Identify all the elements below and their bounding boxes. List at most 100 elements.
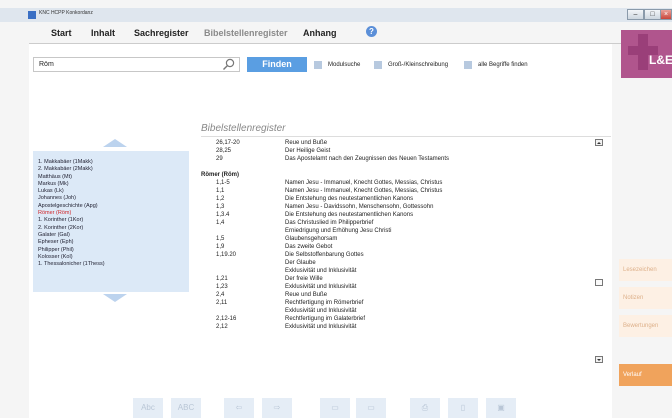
book-list-item[interactable]: Apostelgeschichte (Apg) (38, 203, 105, 210)
topic-link[interactable]: Erniedrigung und Erhöhung Jesu Christi (285, 227, 391, 235)
topic-link[interactable]: Reue und Buße (285, 139, 327, 147)
forward-arrow-icon[interactable]: ⇨ (262, 398, 292, 418)
register-row: 1,23 Exklusivität und Inklusivität (201, 283, 596, 291)
logo-text: L&E (649, 53, 672, 67)
book-list-item[interactable]: Kolosser (Kol) (38, 254, 105, 261)
book-list-item[interactable]: 1. Makkabäer (1Makk) (38, 159, 105, 166)
history-button[interactable]: Verlauf (619, 364, 672, 386)
topic-link[interactable]: Reue und Buße (285, 291, 327, 299)
verse-reference[interactable]: 29 (216, 155, 223, 163)
maximize-button[interactable]: □ (644, 9, 661, 20)
menu-bibelstellenregister[interactable]: Bibelstellenregister (204, 28, 288, 38)
close-button[interactable]: × (660, 9, 672, 20)
menu-inhalt[interactable]: Inhalt (91, 28, 115, 38)
topic-link[interactable]: Namen Jesu - Immanuel, Knecht Gottes, Me… (285, 179, 442, 187)
register-row: 1,5 Glaubensgehorsam (201, 235, 596, 243)
minimize-button[interactable]: – (627, 9, 644, 20)
scrollbar[interactable] (595, 139, 605, 371)
book-list-item[interactable]: Markus (Mk) (38, 181, 105, 188)
verse-reference[interactable]: 1,1-5 (216, 179, 230, 187)
verse-reference[interactable]: 1,2 (216, 195, 224, 203)
ratings-button[interactable]: Bewertungen (619, 315, 672, 337)
search-input[interactable] (33, 57, 240, 72)
topic-link[interactable]: Die Entstehung des neutestamentlichen Ka… (285, 195, 413, 203)
verse-reference[interactable]: 28,25 (216, 147, 231, 155)
topic-link[interactable]: Der freie Wille (285, 275, 323, 283)
book-list-item[interactable]: Epheser (Eph) (38, 239, 105, 246)
topic-link[interactable]: Exklusivität und Inklusivität (285, 283, 356, 291)
menu-anhang[interactable]: Anhang (303, 28, 337, 38)
print-icon[interactable]: ⎙ (410, 398, 440, 418)
verse-reference[interactable]: 1,21 (216, 275, 228, 283)
book-list-item[interactable]: 2. Korinther (2Kor) (38, 225, 105, 232)
topic-link[interactable]: Rechtfertigung im Römerbrief (285, 299, 363, 307)
book-list-item[interactable]: Galater (Gal) (38, 232, 105, 239)
topic-link[interactable]: Exklusivität und Inklusivität (285, 307, 356, 315)
checkbox[interactable] (314, 61, 322, 69)
scroll-up-arrow-icon[interactable] (103, 139, 127, 147)
scrollbar-up-button[interactable] (595, 139, 603, 146)
topic-link[interactable]: Glaubensgehorsam (285, 235, 337, 243)
topic-link[interactable]: Der Heilige Geist (285, 147, 330, 155)
notes-button[interactable]: Notizen (619, 287, 672, 309)
find-button[interactable]: Finden (247, 57, 307, 72)
verse-reference[interactable]: 2,11 (216, 299, 227, 307)
page-icon[interactable]: ▯ (448, 398, 478, 418)
scroll-down-arrow-icon[interactable] (103, 294, 127, 302)
topic-link[interactable]: Namen Jesu - Davidssohn, Menschensohn, G… (285, 203, 433, 211)
register-row: Erniedrigung und Erhöhung Jesu Christi (201, 227, 596, 235)
checkbox[interactable] (374, 61, 382, 69)
scrollbar-thumb[interactable] (595, 279, 603, 286)
verse-reference[interactable]: 1,3.4 (216, 211, 229, 219)
verse-reference[interactable]: 1,23 (216, 283, 228, 291)
book-list-item[interactable]: Römer (Röm) (38, 210, 105, 217)
verse-reference[interactable]: 1,5 (216, 235, 224, 243)
verse-reference[interactable]: 2,4 (216, 291, 224, 299)
menu-start[interactable]: Start (51, 28, 72, 38)
register-row: 1,4 Das Christuslied im Philipperbrief (201, 219, 596, 227)
verse-reference[interactable]: 1,3 (216, 203, 224, 211)
topic-link[interactable]: Die Selbstoffenbarung Gottes (285, 251, 364, 259)
verse-reference[interactable]: 1,4 (216, 219, 224, 227)
font-larger-button[interactable]: Abc (133, 398, 163, 418)
register-row: Der Glaube (201, 259, 596, 267)
verse-reference[interactable]: 26,17-20 (216, 139, 240, 147)
fullscreen-icon[interactable]: ▣ (486, 398, 516, 418)
book-list-item[interactable]: Johannes (Joh) (38, 195, 105, 202)
register-rows: 26,17-20 Reue und Buße 28,25 Der Heilige Ge… (201, 139, 596, 331)
topic-link[interactable]: Exklusivität und Inklusivität (285, 267, 356, 275)
book-list-item[interactable]: 1. Korinther (1Kor) (38, 217, 105, 224)
scrollbar-down-button[interactable] (595, 356, 603, 363)
book-list-item[interactable]: 1. Thessalonicher (1Thess) (38, 261, 105, 268)
copy-icon[interactable]: ▭ (320, 398, 350, 418)
verse-reference[interactable]: 2,12 (216, 323, 228, 331)
checkbox[interactable] (464, 61, 472, 69)
topic-link[interactable]: Die Entstehung des neutestamentlichen Ka… (285, 211, 413, 219)
topic-link[interactable]: Das zweite Gebot (285, 243, 332, 251)
topic-link[interactable]: Das Apostelamt nach den Zeugnissen des N… (285, 155, 449, 163)
book-list-item[interactable]: 2. Makkabäer (2Makk) (38, 166, 105, 173)
help-icon[interactable]: ? (366, 26, 377, 37)
search-icon[interactable] (222, 58, 236, 71)
bookmarks-button[interactable]: Lesezeichen (619, 259, 672, 281)
verse-reference[interactable]: 1,9 (216, 243, 224, 251)
option-label: Groß-/Kleinschreibung (388, 62, 449, 68)
verse-reference[interactable]: 2,12-16 (216, 315, 236, 323)
verse-reference[interactable]: 1,1 (216, 187, 224, 195)
font-smaller-button[interactable]: ABC (171, 398, 201, 418)
book-list-item[interactable]: Matthäus (Mt) (38, 174, 105, 181)
topic-link[interactable]: Namen Jesu - Immanuel, Knecht Gottes, Me… (285, 187, 442, 195)
paste-icon[interactable]: ▭ (356, 398, 386, 418)
menu-sachregister[interactable]: Sachregister (134, 28, 189, 38)
brand-logo: L&E (621, 30, 672, 78)
topic-link[interactable]: Exklusivität und Inklusivität (285, 323, 356, 331)
topic-link[interactable]: Das Christuslied im Philipperbrief (285, 219, 373, 227)
register-row: 1,19.20 Die Selbstoffenbarung Gottes (201, 251, 596, 259)
back-arrow-icon[interactable]: ⇦ (224, 398, 254, 418)
register-table: 26,17-20 Reue und Buße 28,25 Der Heilige Ge… (201, 136, 611, 371)
topic-link[interactable]: Rechtfertigung im Galaterbrief (285, 315, 365, 323)
book-list-item[interactable]: Lukas (Lk) (38, 188, 105, 195)
topic-link[interactable]: Der Glaube (285, 259, 316, 267)
book-list-item[interactable]: Philipper (Phil) (38, 247, 105, 254)
verse-reference[interactable]: 1,19.20 (216, 251, 236, 259)
